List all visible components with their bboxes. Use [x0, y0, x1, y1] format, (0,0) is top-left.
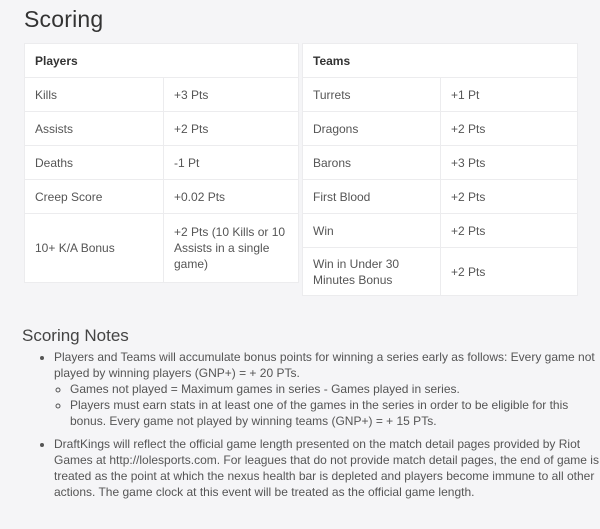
stat-label: Deaths [24, 145, 164, 180]
stat-value: +2 Pts [440, 179, 578, 214]
table-row: Deaths -1 Pt [24, 145, 299, 180]
players-header: Players [24, 43, 299, 78]
table-row: Creep Score +0.02 Pts [24, 179, 299, 214]
table-row: Turrets +1 Pt [302, 77, 578, 112]
table-row: 10+ K/A Bonus +2 Pts (10 Kills or 10 Ass… [24, 213, 299, 283]
stat-label: First Blood [302, 179, 441, 214]
scoring-notes-title: Scoring Notes [22, 326, 129, 345]
stat-value: +2 Pts [440, 213, 578, 248]
table-header-row: Players [24, 43, 299, 78]
stat-label: Turrets [302, 77, 441, 112]
stat-value: +2 Pts [440, 247, 578, 296]
scoring-notes-list: Players and Teams will accumulate bonus … [36, 349, 600, 507]
stat-label: Barons [302, 145, 441, 180]
stat-label: Kills [24, 77, 164, 112]
sub-note-item: Players must earn stats in at least one … [70, 397, 600, 429]
stat-value: +3 Pts [440, 145, 578, 180]
note-item: DraftKings will reflect the official gam… [54, 436, 600, 500]
teams-scoring-table: Teams Turrets +1 Pt Dragons +2 Pts Baron… [302, 43, 578, 296]
table-row: Win in Under 30 Minutes Bonus +2 Pts [302, 247, 578, 296]
stat-value: +3 Pts [163, 77, 299, 112]
stat-value: +2 Pts [440, 111, 578, 146]
stat-value: -1 Pt [163, 145, 299, 180]
stat-value: +2 Pts (10 Kills or 10 Assists in a sing… [163, 213, 299, 283]
stat-label: Dragons [302, 111, 441, 146]
stat-label: 10+ K/A Bonus [24, 213, 164, 283]
note-sublist: Games not played = Maximum games in seri… [54, 381, 600, 429]
stat-label: Win [302, 213, 441, 248]
table-row: Kills +3 Pts [24, 77, 299, 112]
table-row: Barons +3 Pts [302, 145, 578, 180]
note-text: DraftKings will reflect the official gam… [54, 437, 599, 499]
table-row: Win +2 Pts [302, 213, 578, 248]
stat-value: +1 Pt [440, 77, 578, 112]
teams-header: Teams [302, 43, 578, 78]
table-header-row: Teams [302, 43, 578, 78]
sub-note-item: Games not played = Maximum games in seri… [70, 381, 600, 397]
note-text: Players and Teams will accumulate bonus … [54, 350, 595, 380]
players-scoring-table: Players Kills +3 Pts Assists +2 Pts Deat… [24, 43, 299, 283]
stat-label: Win in Under 30 Minutes Bonus [302, 247, 441, 296]
page-title: Scoring [24, 6, 104, 32]
stat-label: Creep Score [24, 179, 164, 214]
stat-value: +0.02 Pts [163, 179, 299, 214]
stat-label: Assists [24, 111, 164, 146]
note-item: Players and Teams will accumulate bonus … [54, 349, 600, 429]
table-row: First Blood +2 Pts [302, 179, 578, 214]
table-row: Dragons +2 Pts [302, 111, 578, 146]
table-row: Assists +2 Pts [24, 111, 299, 146]
stat-value: +2 Pts [163, 111, 299, 146]
